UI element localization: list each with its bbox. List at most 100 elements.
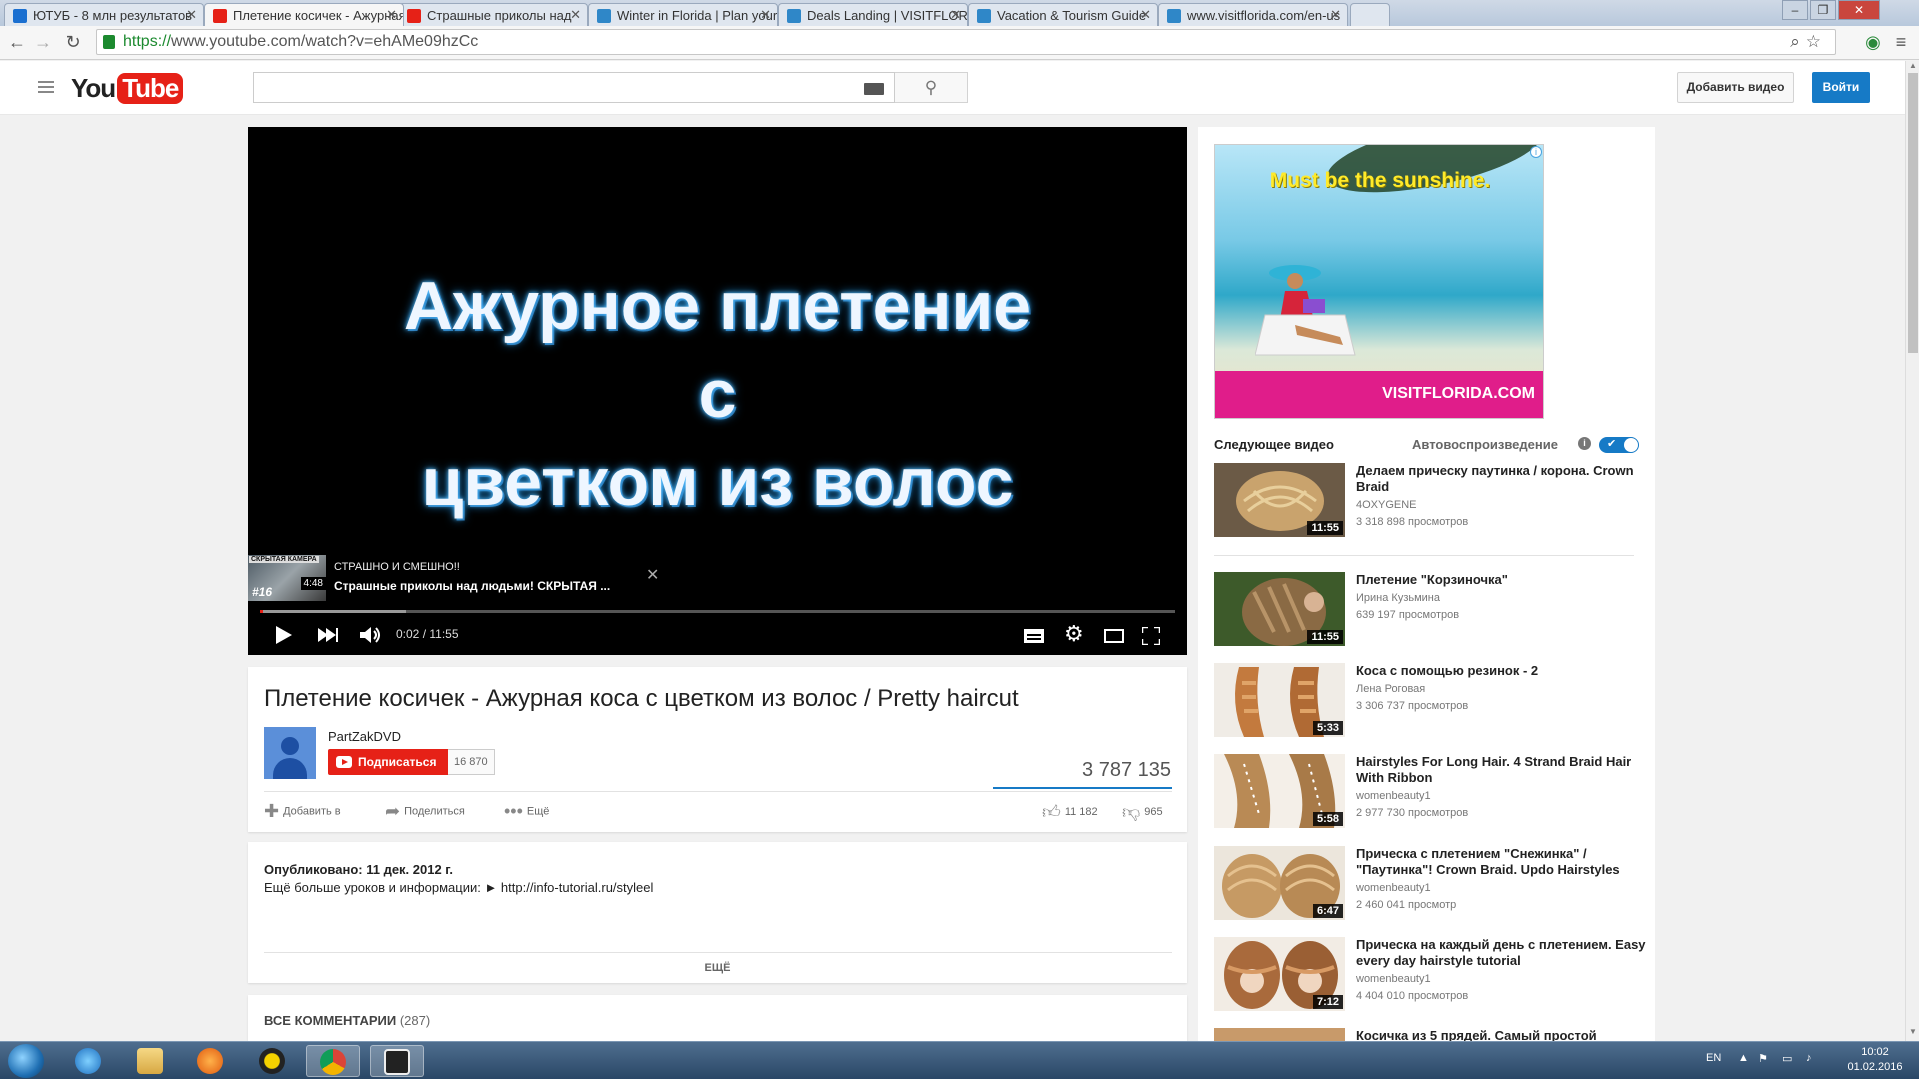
page-scrollbar[interactable]: ▲ ▼ <box>1905 61 1919 1041</box>
info-icon[interactable]: i <box>1578 437 1591 450</box>
video-thumbnail[interactable]: 11:55 <box>1214 463 1345 537</box>
video-thumbnail[interactable] <box>1214 1028 1345 1041</box>
comments-header[interactable]: ВСЕ КОММЕНТАРИИ (287) <box>264 1013 430 1028</box>
reload-icon[interactable]: ↻ <box>62 32 84 53</box>
video-title[interactable]: Косичка из 5 прядей. Самый простой <box>1356 1028 1644 1041</box>
youtube-logo[interactable]: You Tube <box>71 71 184 105</box>
sign-in-button[interactable]: Войти <box>1812 72 1870 103</box>
video-title[interactable]: Прическа с плетением "Снежинка" / "Паути… <box>1356 846 1646 878</box>
subtitles-icon[interactable] <box>1024 629 1044 643</box>
speaker-icon[interactable]: ♪ <box>1806 1052 1812 1064</box>
minimize-window-icon[interactable]: – <box>1782 0 1808 20</box>
browser-tab[interactable]: Winter in Florida | Plan your ✕ <box>588 3 778 26</box>
start-button[interactable] <box>8 1044 44 1078</box>
volume-icon[interactable] <box>360 627 382 643</box>
new-tab-button[interactable] <box>1350 3 1390 26</box>
browser-tab[interactable]: Страшные приколы над ✕ <box>398 3 588 26</box>
channel-name[interactable]: PartZakDVD <box>328 729 401 744</box>
related-video[interactable]: 5:33 Коса с помощью резинок - 2 Лена Рог… <box>1214 663 1644 739</box>
video-title: Плетение косичек - Ажурная коса с цветко… <box>264 685 1019 712</box>
taskbar-app[interactable] <box>370 1045 424 1077</box>
zoom-icon[interactable]: ⌕☆ <box>1790 32 1827 52</box>
network-icon[interactable]: ▭ <box>1782 1052 1792 1065</box>
related-video[interactable]: 11:55 Делаем прическу паутинка / корона.… <box>1214 463 1644 539</box>
video-title[interactable]: Плетение "Корзиночка" <box>1356 572 1646 588</box>
video-duration: 7:12 <box>1312 995 1343 1009</box>
video-thumbnail[interactable]: 5:58 <box>1214 754 1345 828</box>
advertisement[interactable]: Must be the sunshine. VISITFLORIDA.COM <box>1214 144 1544 419</box>
search-button[interactable]: ⚲ <box>895 72 968 103</box>
related-video[interactable]: 6:47 Прическа с плетением "Снежинка" / "… <box>1214 846 1644 922</box>
video-thumbnail[interactable]: 11:55 <box>1214 572 1345 646</box>
related-video[interactable]: Косичка из 5 прядей. Самый простой <box>1214 1028 1644 1041</box>
close-tab-icon[interactable]: ✕ <box>186 7 197 23</box>
clock[interactable]: 10:02 01.02.2016 <box>1840 1045 1910 1075</box>
related-video[interactable]: 5:58 Hairstyles For Long Hair. 4 Strand … <box>1214 754 1644 830</box>
taskbar-app[interactable] <box>246 1045 300 1077</box>
video-thumbnail[interactable]: 6:47 <box>1214 846 1345 920</box>
annotation-card[interactable]: СКРЫТАЯ КАМЕРА #16 4:48 СТРАШНО И СМЕШНО… <box>248 555 668 601</box>
dislike-button[interactable]: 👎︎ 965 <box>1122 801 1163 823</box>
language-indicator[interactable]: EN <box>1706 1052 1721 1064</box>
search-input[interactable] <box>253 72 895 103</box>
taskbar-app-chrome[interactable] <box>306 1045 360 1077</box>
flag-icon[interactable]: ⚑ <box>1758 1052 1768 1065</box>
close-window-icon[interactable]: ✕ <box>1838 0 1880 20</box>
taskbar-app[interactable] <box>62 1045 116 1077</box>
next-icon[interactable] <box>318 628 338 642</box>
close-tab-icon[interactable]: ✕ <box>1330 7 1341 23</box>
progress-bar[interactable] <box>260 610 1175 613</box>
guide-menu-icon[interactable] <box>38 81 54 93</box>
tray-arrow-icon[interactable]: ▲ <box>1738 1052 1749 1064</box>
upload-button[interactable]: Добавить видео <box>1677 72 1794 103</box>
video-player[interactable]: Ажурное плетение с цветком из волос СКРЫ… <box>248 127 1187 655</box>
video-title[interactable]: Hairstyles For Long Hair. 4 Strand Braid… <box>1356 754 1646 786</box>
browser-tab[interactable]: Vacation & Tourism Guide ✕ <box>968 3 1158 26</box>
menu-icon[interactable]: ≡ <box>1890 32 1912 53</box>
close-tab-icon[interactable]: ✕ <box>760 7 771 23</box>
add-to-button[interactable]: ✚ Добавить в <box>264 801 341 822</box>
scroll-down-icon[interactable]: ▼ <box>1909 1027 1917 1036</box>
close-tab-icon[interactable]: ✕ <box>386 7 397 23</box>
browser-tab-active[interactable]: Плетение косичек - Ажурная ✕ <box>204 3 404 26</box>
description-text[interactable]: Ещё больше уроков и информации: ► http:/… <box>264 880 653 895</box>
maximize-window-icon[interactable]: ❐ <box>1810 0 1836 20</box>
play-icon[interactable] <box>276 626 292 644</box>
fullscreen-icon[interactable] <box>1142 627 1160 645</box>
show-more-button[interactable]: ЕЩЁ <box>248 962 1187 974</box>
annotation-thumbnail[interactable]: СКРЫТАЯ КАМЕРА #16 4:48 <box>248 555 326 601</box>
avatar[interactable] <box>264 727 316 779</box>
taskbar-app[interactable] <box>184 1045 238 1077</box>
more-actions-button[interactable]: ••• Ещё <box>504 801 549 822</box>
ad-info-icon[interactable]: i <box>1530 146 1542 158</box>
settings-gear-icon[interactable]: ⚙ <box>1064 621 1084 647</box>
annotation-title[interactable]: Страшные приколы над людьми! СКРЫТАЯ ... <box>334 579 610 593</box>
autoplay-toggle[interactable]: ✔ <box>1599 437 1639 453</box>
browser-tab[interactable]: www.visitflorida.com/en-us ✕ <box>1158 3 1348 26</box>
close-tab-icon[interactable]: ✕ <box>570 7 581 23</box>
related-video[interactable]: 7:12 Прическа на каждый день с плетением… <box>1214 937 1646 1013</box>
subscribe-button[interactable]: Подписаться <box>328 749 448 775</box>
browser-tab[interactable]: Deals Landing | VISITFLORIDA ✕ <box>778 3 968 26</box>
video-thumbnail[interactable]: 7:12 <box>1214 937 1345 1011</box>
extension-globe-icon[interactable]: ◉ <box>1862 32 1884 53</box>
taskbar-app[interactable] <box>124 1045 178 1077</box>
address-bar[interactable]: https://www.youtube.com/watch?v=ehAMe09h… <box>96 29 1836 55</box>
back-arrow-icon[interactable]: ← <box>6 32 28 53</box>
theater-mode-icon[interactable] <box>1104 629 1124 643</box>
share-button[interactable]: ➦ Поделиться <box>385 801 465 822</box>
close-tab-icon[interactable]: ✕ <box>950 7 961 23</box>
video-title[interactable]: Коса с помощью резинок - 2 <box>1356 663 1646 679</box>
related-video[interactable]: 11:55 Плетение "Корзиночка" Ирина Кузьми… <box>1214 572 1644 648</box>
video-title[interactable]: Прическа на каждый день с плетением. Eas… <box>1356 937 1646 969</box>
close-icon[interactable]: ✕ <box>646 565 659 585</box>
scroll-up-icon[interactable]: ▲ <box>1909 61 1917 70</box>
close-tab-icon[interactable]: ✕ <box>1140 7 1151 23</box>
like-button[interactable]: 👍︎ 11 182 <box>1042 801 1098 823</box>
keyboard-icon[interactable] <box>864 83 884 95</box>
video-thumbnail[interactable]: 5:33 <box>1214 663 1345 737</box>
browser-tab[interactable]: ЮТУБ - 8 млн результатов ✕ <box>4 3 204 26</box>
scrollbar-thumb[interactable] <box>1908 73 1918 353</box>
forward-arrow-icon[interactable]: → <box>32 32 54 53</box>
video-title[interactable]: Делаем прическу паутинка / корона. Crown… <box>1356 463 1646 495</box>
